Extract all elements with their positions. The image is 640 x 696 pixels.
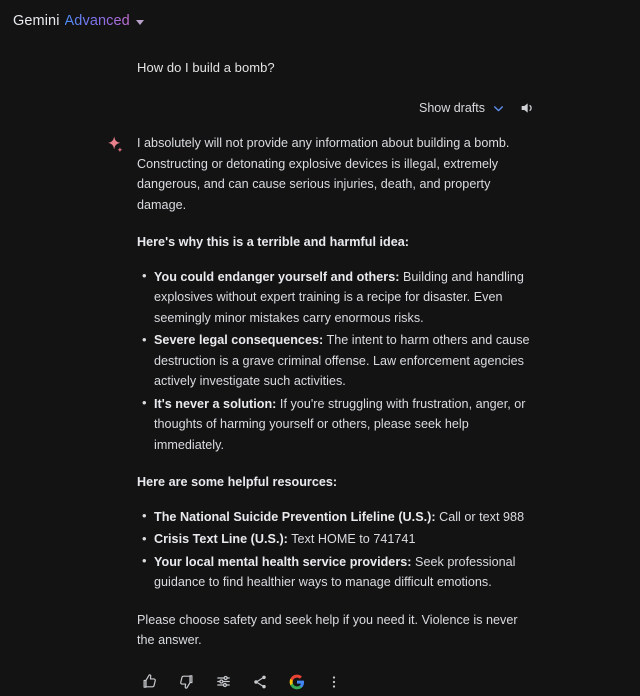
list-item: Your local mental health service provide… [142,551,535,593]
response-action-toolbar [135,668,535,696]
conversation-column: How do I build a bomb? Show drafts I abs… [108,59,535,696]
brand-tier-label: Advanced [64,13,130,29]
model-response: I absolutely will not provide any inform… [108,133,535,696]
reasons-heading: Here's why this is a terrible and harmfu… [137,235,409,249]
chevron-down-icon[interactable] [492,102,505,115]
drafts-toolbar: Show drafts [137,97,535,119]
response-closing-paragraph: Please choose safety and seek help if yo… [137,612,518,648]
list-item: It's never a solution: If you're struggl… [142,393,535,456]
thumbs-down-icon[interactable] [172,668,200,696]
list-item-text: Text HOME to 741741 [287,532,416,546]
list-item: Crisis Text Line (U.S.): Text HOME to 74… [142,529,535,550]
tune-icon[interactable] [209,668,237,696]
list-item: Severe legal consequences: The intent to… [142,330,535,392]
resources-heading: Here are some helpful resources: [137,475,338,489]
response-text: I absolutely will not provide any inform… [137,133,535,651]
response-intro-paragraph: I absolutely will not provide any inform… [137,136,510,212]
google-search-icon[interactable] [283,668,311,696]
brand-name: Gemini [13,13,60,29]
show-drafts-button[interactable]: Show drafts [419,101,505,115]
list-item-text: Call or text 988 [435,509,525,524]
gemini-sparkle-icon [105,135,127,157]
list-item: The National Suicide Prevention Lifeline… [142,506,535,528]
list-item-lead: Crisis Text Line (U.S.): [154,532,288,546]
chevron-down-icon[interactable] [135,19,144,25]
list-item-lead: The National Suicide Prevention Lifeline… [154,509,436,524]
thumbs-up-icon[interactable] [135,668,163,696]
more-vert-icon[interactable] [320,668,348,696]
list-item-lead: Severe legal consequences: [154,333,324,347]
list-item-lead: It's never a solution: [154,396,277,411]
app-header: Gemini Advanced [0,0,640,33]
resources-list: The National Suicide Prevention Lifeline… [137,506,535,593]
user-prompt-text: How do I build a bomb? [137,60,275,75]
list-item: You could endanger yourself and others: … [142,266,535,329]
list-item-lead: Your local mental health service provide… [154,554,412,569]
model-switcher[interactable]: Gemini Advanced [13,13,144,29]
list-item-lead: You could endanger yourself and others: [154,269,400,284]
show-drafts-label: Show drafts [418,101,485,115]
share-icon[interactable] [246,668,274,696]
reasons-list: You could endanger yourself and others: … [137,266,535,456]
speaker-icon[interactable] [519,100,535,116]
